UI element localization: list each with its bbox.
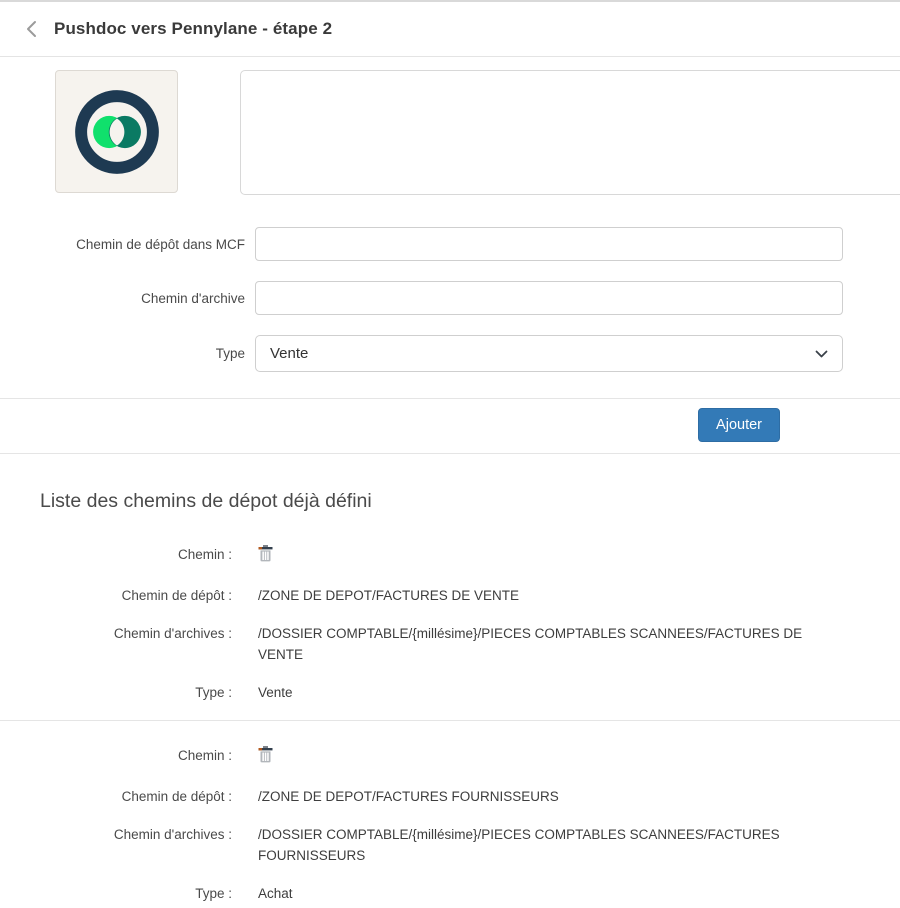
entry-row-type: Type : Achat [0,883,900,904]
push-config-form: Chemin de dépôt dans MCF Chemin d'archiv… [0,227,900,372]
page-title: Pushdoc vers Pennylane - étape 2 [54,19,332,39]
button-row: Ajouter [0,399,900,453]
list-section-title: Liste des chemins de dépot déjà défini [40,490,900,513]
depot-mcf-input[interactable] [255,227,843,261]
pennylane-logo-icon [71,86,163,178]
type-label: Type [0,346,245,361]
entry-row-depot: Chemin de dépôt : /ZONE DE DEPOT/FACTURE… [0,585,900,606]
divider [0,720,900,721]
form-row-depot-mcf: Chemin de dépôt dans MCF [0,227,900,261]
type-value: Vente [258,682,843,703]
top-block [55,70,900,195]
archives-label: Chemin d'archives : [0,623,232,644]
entry-row-chemin: Chemin : [0,544,900,565]
form-row-type: Type Vente [0,335,900,372]
type-select-value: Vente [270,345,308,362]
depot-label: Chemin de dépôt : [0,585,232,606]
chemin-entry: Chemin : Chemin de dépôt : /ZONE DE DEPO… [0,544,900,703]
entry-row-archives: Chemin d'archives : /DOSSIER COMPTABLE/{… [0,623,900,665]
chemin-entry: Chemin : Chemin de dépôt : /ZONE DE DEPO… [0,745,900,904]
form-row-archive: Chemin d'archive [0,281,900,315]
back-chevron-icon[interactable] [20,18,42,40]
trash-icon [258,746,273,763]
archives-value: /DOSSIER COMPTABLE/{millésime}/PIECES CO… [258,824,843,866]
entry-row-chemin: Chemin : [0,745,900,766]
type-row-label: Type : [0,883,232,904]
archive-label: Chemin d'archive [0,291,245,306]
archives-value: /DOSSIER COMPTABLE/{millésime}/PIECES CO… [258,623,843,665]
description-textarea[interactable] [240,70,900,195]
entry-row-depot: Chemin de dépôt : /ZONE DE DEPOT/FACTURE… [0,786,900,807]
type-select[interactable]: Vente [255,335,843,372]
chemins-list: Chemin : Chemin de dépôt : /ZONE DE DEPO… [0,544,900,904]
archive-input[interactable] [255,281,843,315]
chevron-left-icon [26,20,37,38]
divider [0,453,900,454]
depot-mcf-label: Chemin de dépôt dans MCF [0,237,245,252]
ajouter-button[interactable]: Ajouter [698,408,780,442]
archives-label: Chemin d'archives : [0,824,232,845]
type-value: Achat [258,883,843,904]
depot-value: /ZONE DE DEPOT/FACTURES DE VENTE [258,585,843,606]
type-row-label: Type : [0,682,232,703]
entry-row-type: Type : Vente [0,682,900,703]
depot-value: /ZONE DE DEPOT/FACTURES FOURNISSEURS [258,786,843,807]
depot-label: Chemin de dépôt : [0,786,232,807]
pennylane-logo-card [55,70,178,193]
delete-chemin-button[interactable] [258,746,900,763]
trash-icon [258,545,273,562]
chemin-label: Chemin : [0,745,232,766]
entry-row-archives: Chemin d'archives : /DOSSIER COMPTABLE/{… [0,824,900,866]
chemin-label: Chemin : [0,544,232,565]
page-header: Pushdoc vers Pennylane - étape 2 [0,0,900,57]
chevron-down-icon [815,350,828,358]
delete-chemin-button[interactable] [258,545,900,562]
